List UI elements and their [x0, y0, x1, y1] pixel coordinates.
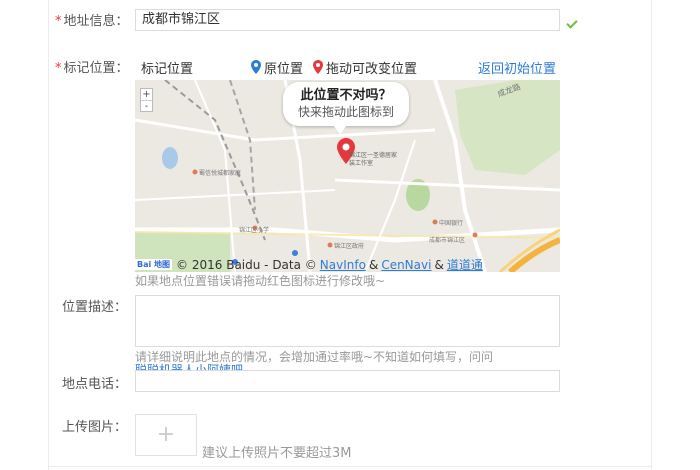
tooltip-detail: 快来拖动此图标到	[297, 105, 394, 119]
cennavi-link[interactable]: CenNavi	[381, 258, 431, 272]
map-copyright: Bai 地图 © 2016 Baidu - Data © NavInfo & C…	[135, 257, 560, 272]
form-frame-left	[48, 0, 49, 470]
drag-pin-icon	[313, 60, 324, 74]
pin-label: 锦江区一圣德居家装工作室	[349, 152, 398, 167]
map-poi: 蜀信悦城都家庭	[199, 170, 242, 177]
map-canvas[interactable]: + - 成龙路 蜀信悦城都家庭 锦江区小学 锦江区政府 中国银行 成都市锦江区 …	[135, 80, 560, 272]
copyright-amp: &	[368, 257, 379, 272]
legend-original-label: 原位置	[264, 61, 304, 77]
legend-draggable: 拖动可改变位置	[313, 58, 417, 77]
description-textarea[interactable]	[135, 295, 560, 347]
legend-draggable-label: 拖动可改变位置	[326, 61, 418, 77]
required-mark: *	[55, 14, 62, 29]
map-header: 标记位置 原位置 拖动可改变位置 返回初始位置	[135, 56, 560, 78]
logo-main: Bai	[137, 260, 152, 269]
tooltip-question: 此位置不对吗？	[300, 88, 392, 103]
address-input[interactable]: 成都市锦江区	[135, 9, 560, 31]
description-label: 位置描述：	[62, 300, 128, 315]
address-label-row: * 地址信息：	[55, 10, 129, 29]
zoom-out-button[interactable]: -	[141, 100, 152, 112]
original-pin-icon	[251, 60, 262, 74]
map-poi: 成都市锦江区	[429, 237, 466, 244]
copyright-amp-2: &	[434, 257, 444, 272]
upload-label: 上传图片：	[62, 420, 128, 435]
legend-original: 原位置	[251, 58, 303, 77]
logo-sub: 地图	[154, 260, 171, 269]
map-poi: 锦江区小学	[239, 227, 270, 234]
form-bottom-border	[48, 466, 652, 467]
navinfo-link[interactable]: NavInfo	[320, 258, 366, 272]
plus-icon: +	[156, 422, 176, 447]
check-icon	[566, 17, 578, 29]
zoom-control[interactable]: + -	[140, 88, 153, 112]
address-label: 地址信息：	[63, 14, 129, 29]
phone-label: 地点电话：	[62, 377, 128, 392]
upload-button[interactable]: +	[135, 414, 197, 456]
location-tooltip: 此位置不对吗？ 快来拖动此图标到	[283, 82, 409, 134]
map-position-label: 标记位置：	[63, 61, 129, 76]
map-poi: 中国银行	[439, 220, 464, 227]
upload-hint: 建议上传照片不要超过3M	[202, 446, 352, 461]
map-header-title: 标记位置	[141, 61, 194, 77]
reset-position-link[interactable]: 返回初始位置	[478, 58, 560, 77]
map-position-label-row: * 标记位置：	[55, 57, 129, 76]
map-hint: 如果地点位置错误请拖动红色图标进行修改哦~	[135, 274, 386, 288]
phone-input[interactable]	[135, 370, 560, 392]
required-mark: *	[55, 61, 62, 76]
baidu-logo: Bai 地图	[135, 259, 173, 270]
zoom-in-button[interactable]: +	[141, 89, 152, 100]
daodaotong-link[interactable]: 道道通	[447, 256, 483, 272]
form-frame-right	[651, 0, 652, 470]
map-poi: 锦江区政府	[334, 243, 365, 250]
copyright-text: © 2016 Baidu - Data ©	[176, 257, 317, 272]
